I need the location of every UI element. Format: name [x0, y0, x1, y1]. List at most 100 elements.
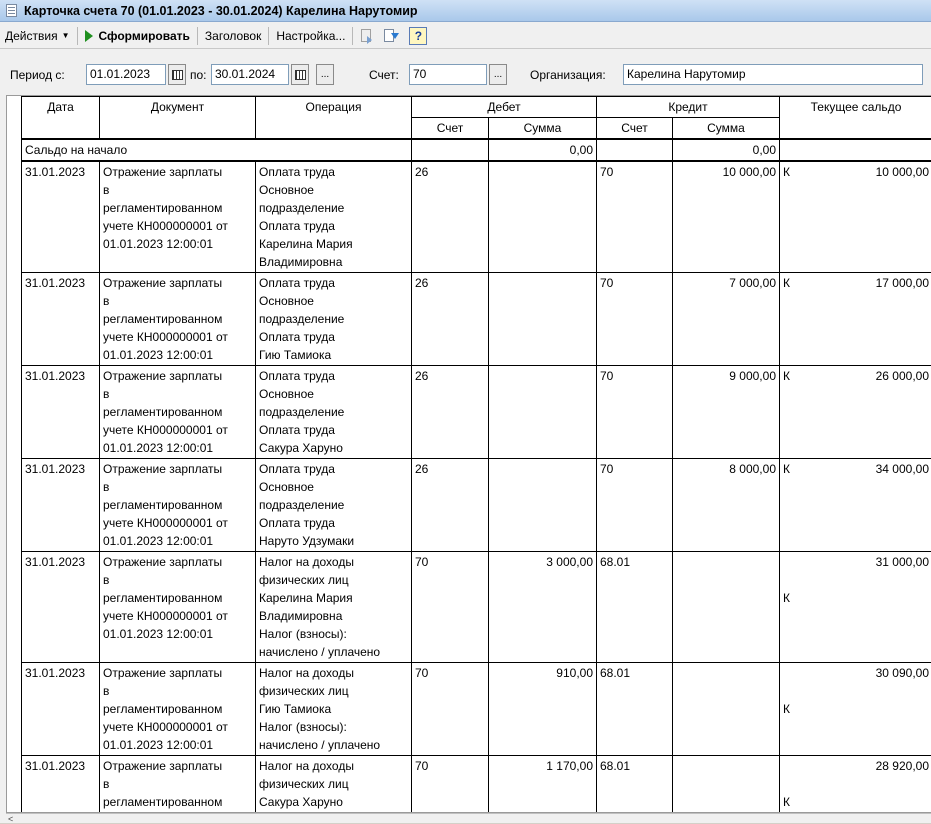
cell-balance: К10 000,00 — [780, 161, 931, 273]
table-row[interactable]: 31.01.2023Отражение зарплаты в регламент… — [22, 366, 931, 459]
generate-label: Сформировать — [99, 29, 190, 43]
actions-menu-button[interactable]: Действия ▼ — [0, 25, 75, 47]
balance-value: 34 000,00 — [783, 460, 929, 478]
balance-value: 31 000,00 — [783, 553, 929, 571]
cell-debit-amount — [489, 161, 597, 273]
cell-operation: Оплата труда Основное подразделение Опла… — [256, 273, 412, 366]
toolbar: Действия ▼ Сформировать Заголовок Настро… — [0, 23, 931, 49]
cell-debit-account: 26 — [412, 161, 489, 273]
cell-date: 31.01.2023 — [22, 756, 100, 814]
account-input[interactable]: 70 — [409, 64, 487, 85]
cell-credit-amount: 10 000,00 — [673, 161, 780, 273]
actions-label: Действия — [5, 29, 58, 43]
account-label: Счет: — [369, 68, 399, 82]
cell-balance: К28 920,00 — [780, 756, 931, 814]
cell-credit-account: 68.01 — [597, 756, 673, 814]
calendar-button[interactable] — [291, 64, 309, 85]
header-button[interactable]: Заголовок — [200, 25, 266, 47]
table-row[interactable]: 31.01.2023Отражение зарплаты в регламент… — [22, 552, 931, 663]
cell-balance: К34 000,00 — [780, 459, 931, 552]
period-to-input[interactable]: 30.01.2024 — [211, 64, 289, 85]
print-preview-icon[interactable] — [358, 27, 376, 45]
cell-debit-account: 26 — [412, 366, 489, 459]
balance-value: 28 920,00 — [783, 757, 929, 775]
calendar-icon — [295, 70, 306, 80]
cell-debit-amount — [489, 459, 597, 552]
balance-type: К — [783, 163, 790, 181]
settings-button[interactable]: Настройка... — [271, 25, 350, 47]
header-credit-account: Счет — [597, 118, 673, 140]
cell-credit-account: 70 — [597, 161, 673, 273]
cell-operation: Налог на доходы физических лиц Гию Тамио… — [256, 663, 412, 756]
cell-credit-account: 70 — [597, 273, 673, 366]
cell-document: Отражение зарплаты в регламентированном … — [100, 663, 256, 756]
report-window: Карточка счета 70 (01.01.2023 - 30.01.20… — [0, 0, 931, 823]
opening-credit-amount: 0,00 — [673, 139, 780, 161]
table-row[interactable]: 31.01.2023Отражение зарплаты в регламент… — [22, 663, 931, 756]
play-icon — [85, 30, 93, 42]
opening-balance — [780, 139, 931, 161]
opening-credit-account — [597, 139, 673, 161]
cell-credit-account: 70 — [597, 459, 673, 552]
cell-debit-account: 70 — [412, 756, 489, 814]
window-title: Карточка счета 70 (01.01.2023 - 30.01.20… — [24, 4, 418, 18]
header-debit-account: Счет — [412, 118, 489, 140]
cell-balance: К17 000,00 — [780, 273, 931, 366]
table-row[interactable]: 31.01.2023Отражение зарплаты в регламент… — [22, 273, 931, 366]
cell-operation: Оплата труда Основное подразделение Опла… — [256, 459, 412, 552]
account-select-button[interactable]: ... — [489, 64, 507, 85]
balance-value: 17 000,00 — [783, 274, 929, 292]
table-row[interactable]: 31.01.2023Отражение зарплаты в регламент… — [22, 161, 931, 273]
cell-document: Отражение зарплаты в регламентированном … — [100, 366, 256, 459]
horizontal-scrollbar[interactable]: < — [6, 813, 931, 823]
cell-credit-amount — [673, 552, 780, 663]
toolbar-separator — [268, 27, 269, 45]
header-balance: Текущее сальдо — [780, 97, 931, 140]
export-icon[interactable] — [382, 27, 400, 45]
period-select-button[interactable]: ... — [316, 64, 334, 85]
toolbar-separator — [352, 27, 353, 45]
header-operation: Операция — [256, 97, 412, 140]
balance-value: 26 000,00 — [783, 367, 929, 385]
generate-button[interactable]: Сформировать — [80, 25, 195, 47]
cell-debit-account: 26 — [412, 273, 489, 366]
cell-document: Отражение зарплаты в регламентированном … — [100, 459, 256, 552]
opening-balance-row[interactable]: Сальдо на начало 0,00 0,00 — [22, 139, 931, 161]
period-to-label: по: — [190, 68, 207, 82]
balance-value: 10 000,00 — [783, 163, 929, 181]
cell-document: Отражение зарплаты в регламентированном … — [100, 552, 256, 663]
report-area[interactable]: Дата Документ Операция Дебет Кредит Теку… — [6, 95, 931, 813]
document-icon — [4, 3, 20, 19]
cell-date: 31.01.2023 — [22, 552, 100, 663]
balance-type: К — [783, 589, 790, 607]
balance-type: К — [783, 700, 790, 718]
period-from-label: Период с: — [10, 68, 65, 82]
table-row[interactable]: 31.01.2023Отражение зарплаты в регламент… — [22, 459, 931, 552]
calendar-button[interactable] — [168, 64, 186, 85]
opening-debit-account — [412, 139, 489, 161]
cell-document: Отражение зарплаты в регламентированном … — [100, 273, 256, 366]
balance-type: К — [783, 367, 790, 385]
filter-panel: Период с: 01.01.2023 по: 30.01.2024 ... … — [0, 62, 931, 88]
table-row[interactable]: 31.01.2023Отражение зарплаты в регламент… — [22, 756, 931, 814]
balance-value: 30 090,00 — [783, 664, 929, 682]
toolbar-separator — [197, 27, 198, 45]
cell-credit-amount: 9 000,00 — [673, 366, 780, 459]
cell-debit-account: 70 — [412, 663, 489, 756]
cell-credit-amount: 7 000,00 — [673, 273, 780, 366]
help-icon[interactable]: ? — [409, 27, 427, 45]
header-date: Дата — [22, 97, 100, 140]
cell-document: Отражение зарплаты в регламентированном … — [100, 161, 256, 273]
cell-credit-amount — [673, 663, 780, 756]
header-document: Документ — [100, 97, 256, 140]
balance-type: К — [783, 460, 790, 478]
period-from-input[interactable]: 01.01.2023 — [86, 64, 166, 85]
organization-input[interactable]: Карелина Нарутомир — [623, 64, 923, 85]
entries: 31.01.2023Отражение зарплаты в регламент… — [22, 161, 931, 813]
cell-debit-amount: 910,00 — [489, 663, 597, 756]
cell-debit-amount — [489, 366, 597, 459]
opening-debit-amount: 0,00 — [489, 139, 597, 161]
cell-balance: К26 000,00 — [780, 366, 931, 459]
cell-credit-amount: 8 000,00 — [673, 459, 780, 552]
account-card-table: Дата Документ Операция Дебет Кредит Теку… — [21, 96, 931, 813]
